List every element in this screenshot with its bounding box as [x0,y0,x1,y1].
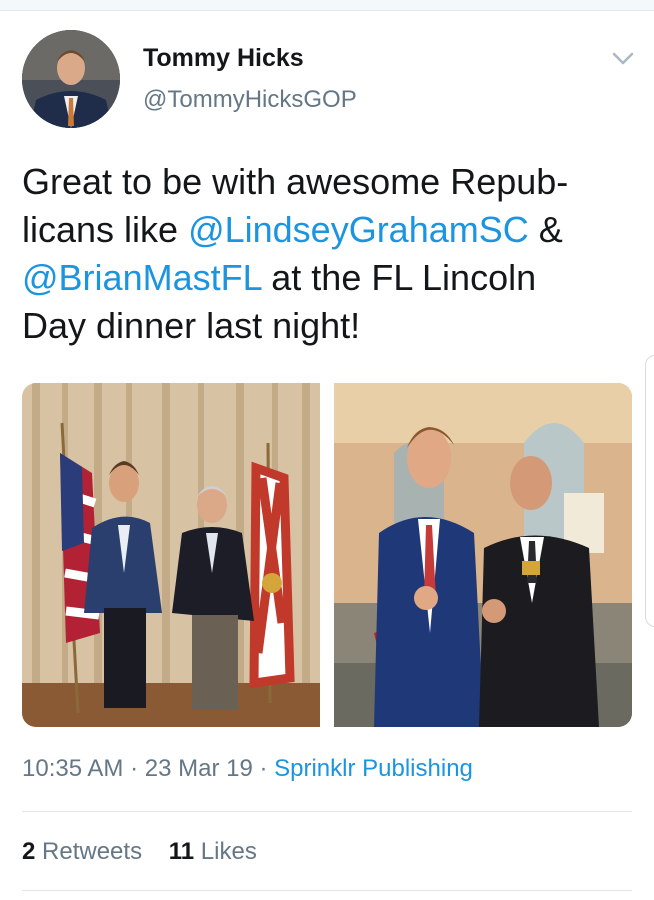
tweet-text-line: licans like @LindseyGrahamSC & [22,206,632,254]
tweet-text: Great to be with awesome Repub- licans l… [22,158,632,350]
tweet-stats: 2 Retweets 11 Likes [22,838,257,866]
tweet-date[interactable]: 23 Mar 19 [145,755,253,782]
meta-separator: · [252,755,275,782]
tweet-text-line: Great to be with awesome Repub- [22,158,632,206]
top-border [0,0,654,11]
tweet-text-segment: Great to be with awesome Repub- [22,161,569,202]
photo-right[interactable] [334,383,632,727]
meta-separator: · [123,755,145,782]
photo-left[interactable] [22,383,320,727]
tweet-text-segment: licans like [22,209,189,250]
photo-right-image [334,383,632,727]
tweet-text-line: Day dinner last night! [22,302,632,350]
author-display-name[interactable]: Tommy Hicks [143,44,304,73]
tweet-text-segment: & [528,209,563,250]
avatar[interactable] [22,30,120,128]
photo-left-image [22,383,320,727]
tweet-text-segment: Day dinner last night! [22,305,361,346]
chevron-down-icon[interactable] [610,48,636,70]
divider [22,811,632,812]
tweet-meta: 10:35 AM · 23 Mar 19 · Sprinklr Publishi… [22,755,473,783]
tweet-text-segment: at the FL Lincoln [261,257,537,298]
tweet-time[interactable]: 10:35 AM [22,755,123,782]
divider [22,890,632,891]
retweets-label: Retweets [42,838,143,865]
scrollbar-edge[interactable] [645,355,654,627]
avatar-photo [22,30,120,128]
mention-link-lindseygraham[interactable]: @LindseyGrahamSC [188,209,529,250]
likes-stat[interactable]: 11 Likes [169,838,257,865]
retweets-count: 2 [22,838,36,865]
mention-link-brianmast[interactable]: @BrianMastFL [22,257,261,298]
tweet-source-link[interactable]: Sprinklr Publishing [274,755,473,782]
likes-label: Likes [200,838,257,865]
tweet-text-line: @BrianMastFL at the FL Lincoln [22,254,632,302]
author-handle[interactable]: @TommyHicksGOP [143,86,357,114]
likes-count: 11 [168,838,195,865]
retweets-stat[interactable]: 2 Retweets [22,838,142,865]
media-grid [22,383,632,727]
